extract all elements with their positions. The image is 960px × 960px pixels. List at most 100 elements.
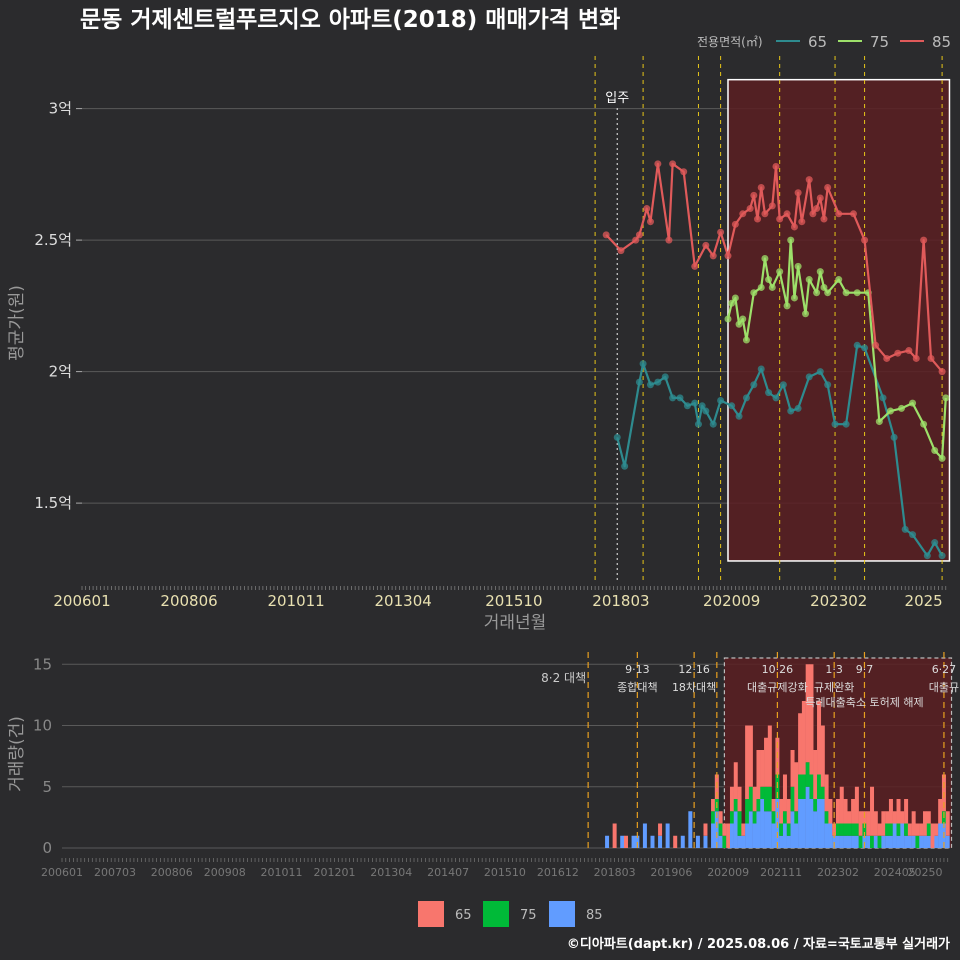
price-point-65 <box>931 539 939 547</box>
volume-bar-65 <box>923 811 928 836</box>
policy-label-text: 대출규제강화 <box>747 681 808 694</box>
volume-bar-85 <box>752 823 757 848</box>
price-point-85 <box>894 349 902 357</box>
volume-bar-75 <box>885 823 890 836</box>
volume-bar-75 <box>798 774 803 799</box>
price-point-65 <box>779 381 787 389</box>
volume-bar-65 <box>904 799 909 824</box>
price-point-65 <box>842 420 850 428</box>
price-point-85 <box>754 215 762 223</box>
volume-y-tick-label: 0 <box>42 839 52 857</box>
volume-bar-85 <box>828 823 833 848</box>
price-y-tick-label: 3억 <box>49 100 72 118</box>
volume-y-tick-label: 15 <box>33 655 52 673</box>
volume-bar-65 <box>907 823 912 836</box>
price-x-tick-label: 201304 <box>375 592 432 610</box>
price-x-tick-label: 201803 <box>592 592 649 610</box>
policy-label: 8·2 대책 <box>541 670 586 685</box>
price-point-75 <box>783 302 791 310</box>
policy-label-text: 종합대책 <box>617 681 657 694</box>
price-y-tick-label: 1.5억 <box>34 494 72 512</box>
volume-bar-85 <box>733 811 738 848</box>
volume-bar-85 <box>881 835 886 848</box>
price-point-65 <box>923 552 931 560</box>
volume-bar-65 <box>767 725 772 787</box>
volume-bar-85 <box>843 835 848 848</box>
price-point-65 <box>709 420 717 428</box>
price-point-75 <box>765 276 773 284</box>
volume-bar-85 <box>896 835 901 848</box>
bottom-legend-label-85: 85 <box>586 908 603 923</box>
volume-bar-65 <box>881 811 886 836</box>
price-point-75 <box>824 289 832 297</box>
chart-title: 문동 거제센트럴푸르지오 아파트(2018) 매매가격 변화 <box>80 7 620 33</box>
policy-label-text: 규제완화 <box>814 681 854 694</box>
bottom-legend-label-75: 75 <box>520 908 537 923</box>
volume-bar-85 <box>835 835 840 848</box>
volume-bar-85 <box>926 835 931 848</box>
volume-bar-65 <box>752 786 757 812</box>
volume-bar-85 <box>801 799 806 848</box>
price-point-75 <box>816 268 824 276</box>
volume-bar-85 <box>904 835 909 848</box>
volume-bar-85 <box>919 835 924 848</box>
price-x-tick-label: 200601 <box>53 592 110 610</box>
volume-bar-75 <box>847 823 852 836</box>
price-point-85 <box>717 228 725 236</box>
price-point-85 <box>731 220 739 228</box>
price-point-65 <box>816 368 824 376</box>
volume-bar-85 <box>748 811 753 848</box>
price-point-65 <box>909 531 917 539</box>
volume-bar-75 <box>824 811 829 824</box>
volume-bar-85 <box>695 835 700 848</box>
volume-bar-85 <box>779 835 784 848</box>
volume-bar-75 <box>839 823 844 836</box>
policy-label-date: 6·27 <box>932 663 957 676</box>
price-point-65 <box>742 394 750 402</box>
volume-bar-75 <box>767 786 772 812</box>
volume-bar-65 <box>703 823 708 836</box>
volume-x-tick-label: 20250 <box>908 866 943 879</box>
volume-bar-85 <box>745 823 750 848</box>
price-point-85 <box>724 252 732 260</box>
volume-bar-85 <box>760 799 765 848</box>
price-point-75 <box>886 407 894 415</box>
price-point-65 <box>646 381 654 389</box>
price-point-65 <box>757 365 765 373</box>
volume-bar-75 <box>794 811 799 824</box>
volume-bar-75 <box>835 823 840 836</box>
price-point-85 <box>654 160 662 168</box>
volume-bar-65 <box>900 811 905 824</box>
volume-bar-65 <box>877 823 882 836</box>
volume-bar-65 <box>824 774 829 812</box>
volume-bar-65 <box>919 823 924 836</box>
price-point-85 <box>938 368 946 376</box>
price-point-65 <box>861 344 869 352</box>
volume-bar-65 <box>847 811 852 824</box>
volume-bar-65 <box>756 750 761 799</box>
volume-bar-75 <box>801 774 806 799</box>
volume-bar-65 <box>771 799 776 812</box>
volume-bar-85 <box>718 835 723 848</box>
volume-bar-65 <box>915 823 920 836</box>
price-point-85 <box>768 202 776 210</box>
volume-bar-85 <box>817 799 822 848</box>
volume-bar-85 <box>911 835 916 848</box>
volume-bar-85 <box>839 835 844 848</box>
volume-bar-65 <box>828 799 833 824</box>
volume-bar-75 <box>820 786 825 799</box>
volume-bar-85 <box>794 823 799 848</box>
price-x-tick-label: 202009 <box>703 592 760 610</box>
bottom-legend-swatch-65 <box>418 901 444 927</box>
price-point-65 <box>890 433 898 441</box>
volume-bar-85 <box>631 835 636 848</box>
volume-bar-85 <box>923 835 928 848</box>
volume-bar-75 <box>790 786 795 812</box>
price-point-75 <box>768 283 776 291</box>
price-x-tick-label: 2025 <box>905 592 943 610</box>
volume-bar-65 <box>764 737 769 787</box>
price-point-75 <box>942 394 950 402</box>
price-point-65 <box>772 394 780 402</box>
price-point-65 <box>901 525 909 533</box>
volume-bar-75 <box>786 823 791 836</box>
